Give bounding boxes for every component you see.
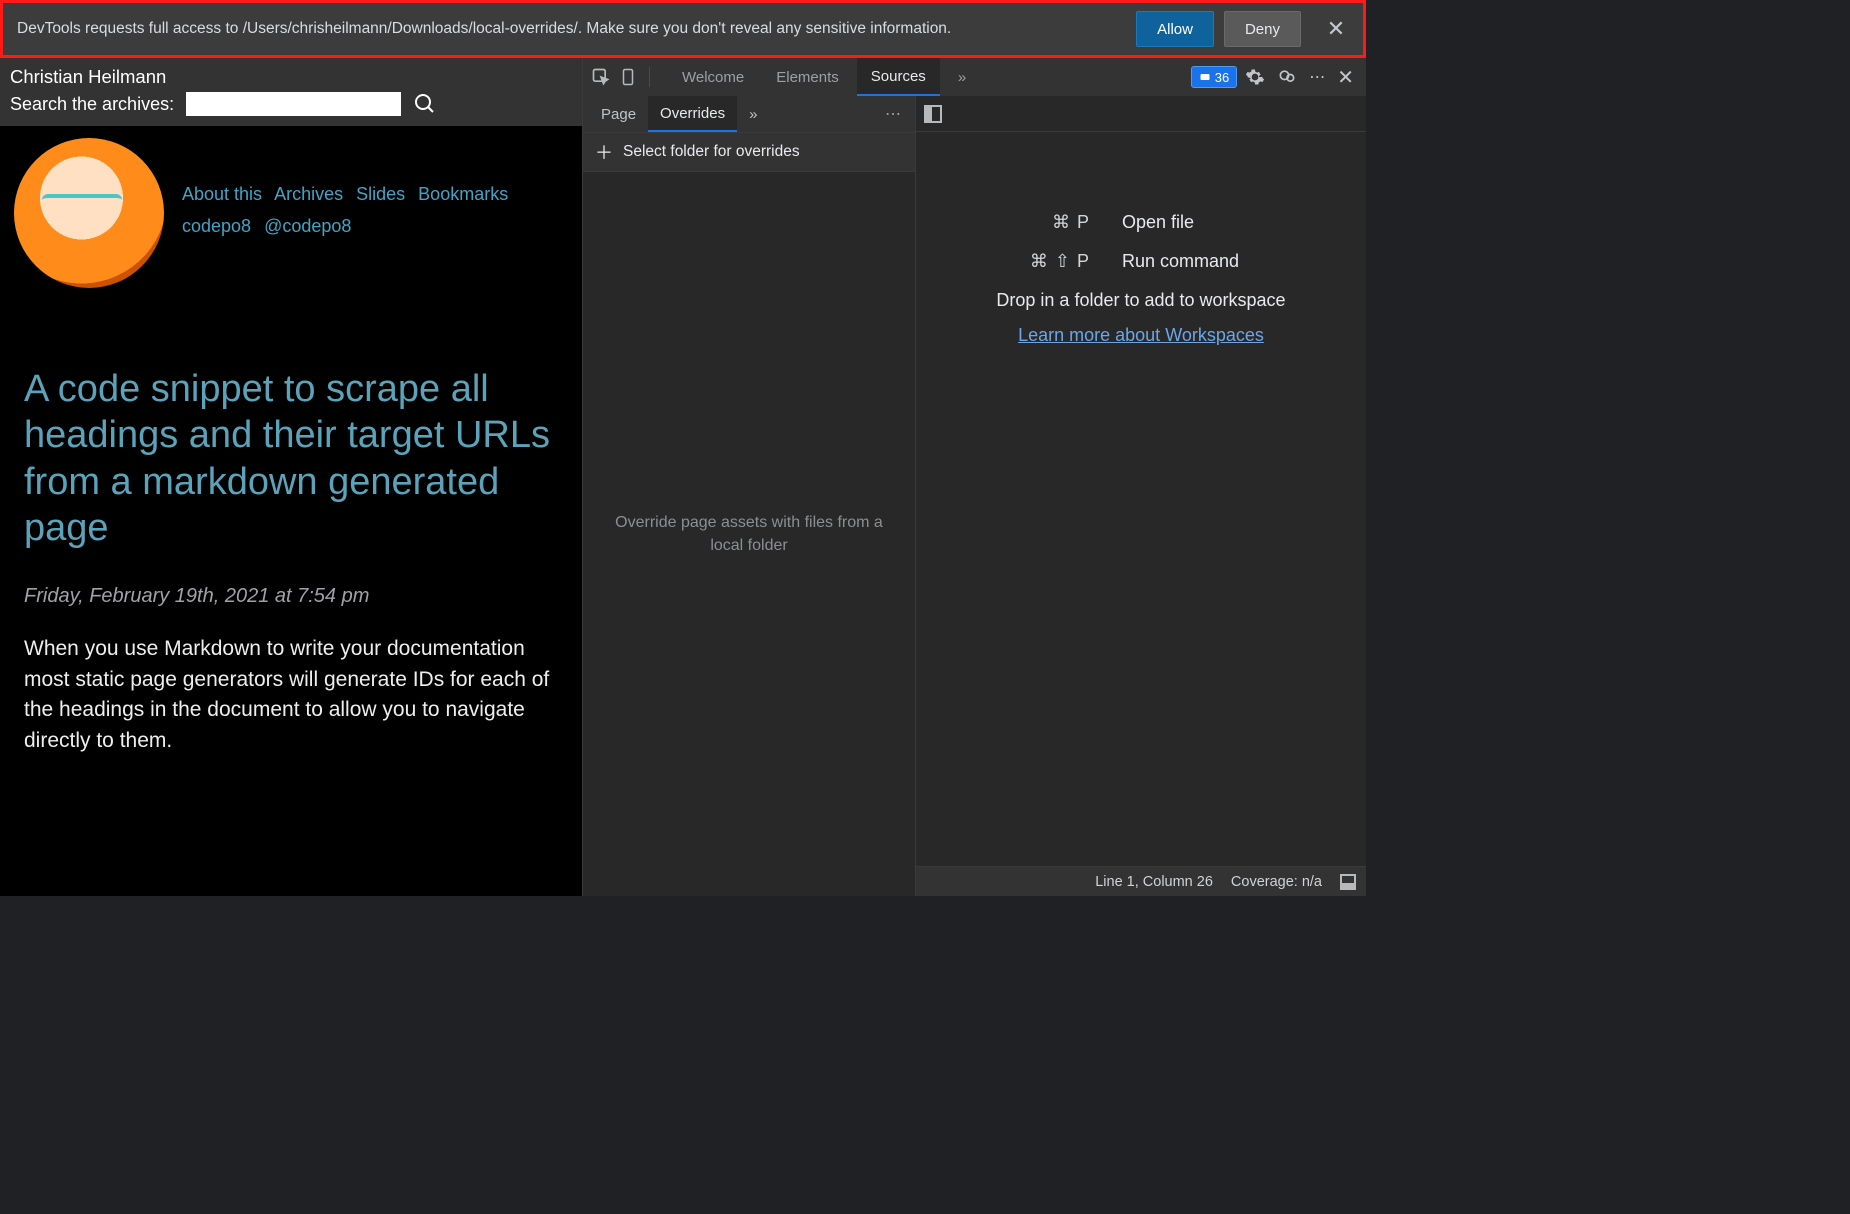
- feedback-icon[interactable]: [1273, 63, 1301, 91]
- settings-gear-icon[interactable]: [1241, 63, 1269, 91]
- site-author: Christian Heilmann: [10, 66, 572, 88]
- select-overrides-folder-button[interactable]: ＋ Select folder for overrides: [583, 132, 915, 172]
- tab-elements[interactable]: Elements: [762, 58, 853, 96]
- open-file-shortcut: ⌘ P: [990, 212, 1090, 233]
- article-date: Friday, February 19th, 2021 at 7:54 pm: [24, 585, 558, 608]
- tabs-overflow-icon[interactable]: »: [944, 58, 980, 96]
- nav-about[interactable]: About this: [182, 184, 262, 204]
- close-banner-icon[interactable]: ✕: [1323, 16, 1349, 42]
- devtools-tabstrip: Welcome Elements Sources » 36 ⋯ ✕: [583, 58, 1366, 96]
- cursor-position: Line 1, Column 26: [1095, 874, 1213, 890]
- close-devtools-icon[interactable]: ✕: [1333, 61, 1358, 94]
- editor-status-bar: Line 1, Column 26 Coverage: n/a: [916, 866, 1366, 896]
- more-menu-icon[interactable]: ⋯: [1305, 63, 1329, 91]
- nav-bookmarks[interactable]: Bookmarks: [418, 184, 508, 204]
- search-icon[interactable]: [413, 92, 437, 116]
- devtools-panel: Welcome Elements Sources » 36 ⋯ ✕ Page: [582, 58, 1366, 896]
- search-label: Search the archives:: [10, 94, 174, 115]
- issues-badge[interactable]: 36: [1191, 66, 1237, 88]
- select-folder-label: Select folder for overrides: [623, 143, 800, 161]
- toggle-drawer-icon[interactable]: [1340, 874, 1356, 890]
- tab-welcome[interactable]: Welcome: [668, 58, 758, 96]
- issues-count: 36: [1215, 70, 1229, 85]
- toggle-navigator-icon[interactable]: [924, 105, 942, 123]
- article-intro: When you use Markdown to write your docu…: [24, 634, 558, 756]
- nav-slides[interactable]: Slides: [356, 184, 405, 204]
- rendered-page: Christian Heilmann Search the archives: …: [0, 58, 582, 896]
- sources-navigator: Page Overrides » ⋯ ＋ Select folder for o…: [583, 96, 916, 896]
- workspaces-learn-more-link[interactable]: Learn more about Workspaces: [1018, 325, 1264, 346]
- workspace-drop-hint: Drop in a folder to add to workspace: [916, 290, 1366, 311]
- nav-codepo8[interactable]: codepo8: [182, 216, 251, 236]
- navigator-more-icon[interactable]: ⋯: [877, 104, 909, 124]
- coverage-status: Coverage: n/a: [1231, 874, 1322, 890]
- inspect-element-icon[interactable]: [591, 67, 611, 87]
- navigator-tab-page[interactable]: Page: [589, 96, 648, 132]
- deny-button[interactable]: Deny: [1224, 11, 1301, 47]
- search-input[interactable]: [186, 92, 401, 116]
- overrides-empty-hint: Override page assets with files from a l…: [583, 172, 915, 896]
- author-avatar: [14, 138, 164, 288]
- plus-icon: ＋: [595, 139, 613, 165]
- nav-archives[interactable]: Archives: [274, 184, 343, 204]
- sources-editor: ⌘ P Open file ⌘ ⇧ P Run command Drop in …: [916, 96, 1366, 896]
- nav-at-codepo8[interactable]: @codepo8: [264, 216, 351, 236]
- open-file-label: Open file: [1122, 212, 1292, 233]
- navigator-tab-overrides[interactable]: Overrides: [648, 96, 737, 132]
- permission-banner: DevTools requests full access to /Users/…: [0, 0, 1366, 58]
- permission-message: DevTools requests full access to /Users/…: [17, 19, 1126, 40]
- run-command-label: Run command: [1122, 251, 1292, 272]
- navigator-tabs-overflow-icon[interactable]: »: [737, 96, 769, 132]
- site-nav: About this Archives Slides Bookmarks cod…: [182, 138, 516, 288]
- device-toolbar-icon[interactable]: [619, 67, 637, 87]
- allow-button[interactable]: Allow: [1136, 11, 1214, 47]
- tab-sources[interactable]: Sources: [857, 58, 940, 96]
- run-command-shortcut: ⌘ ⇧ P: [990, 251, 1090, 272]
- article-title[interactable]: A code snippet to scrape all headings an…: [24, 366, 558, 551]
